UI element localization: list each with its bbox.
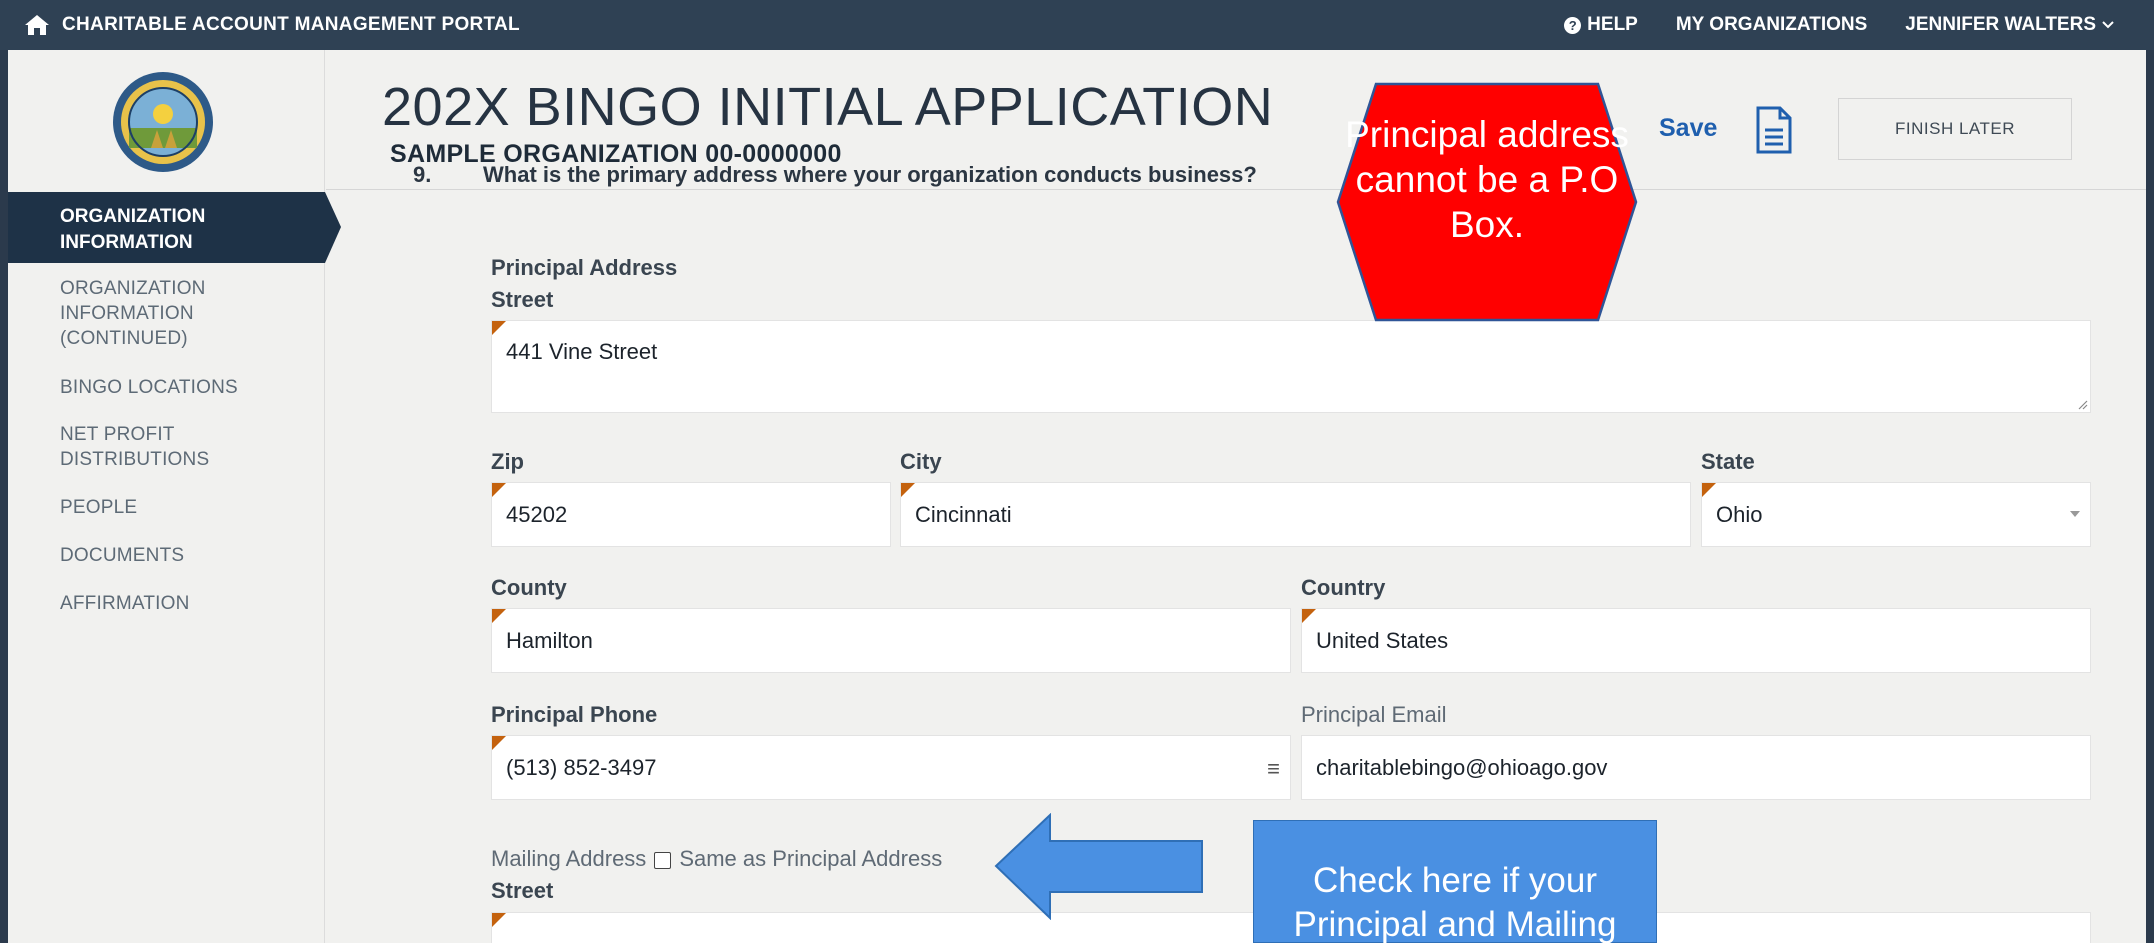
required-marker bbox=[492, 609, 506, 623]
city-input[interactable]: Cincinnati bbox=[900, 482, 1691, 547]
same-as-principal-label[interactable]: Same as Principal Address bbox=[679, 846, 942, 871]
sidebar-item-bingo-locations[interactable]: BINGO LOCATIONS bbox=[60, 375, 238, 400]
zip-value: 45202 bbox=[506, 501, 568, 527]
resize-handle-icon[interactable] bbox=[2076, 398, 2088, 410]
sidebar-item-people[interactable]: PEOPLE bbox=[60, 495, 137, 520]
country-label: Country bbox=[1301, 575, 1386, 600]
my-organizations-link[interactable]: MY ORGANIZATIONS bbox=[1676, 14, 1867, 36]
left-arrow-icon bbox=[994, 813, 1203, 920]
country-value: United States bbox=[1316, 627, 1449, 653]
question-text: What is the primary address where your o… bbox=[483, 162, 1257, 187]
county-label: County bbox=[491, 575, 567, 600]
country-input[interactable]: United States bbox=[1301, 608, 2091, 673]
sidebar: ORGANIZATION INFORMATION ORGANIZATION IN… bbox=[8, 50, 341, 943]
street-value: 441 Vine Street bbox=[506, 339, 658, 364]
state-select[interactable]: Ohio bbox=[1701, 482, 2091, 547]
mailing-address-label: Mailing Address bbox=[491, 846, 647, 871]
principal-email-label: Principal Email bbox=[1301, 702, 1447, 727]
county-input[interactable]: Hamilton bbox=[491, 608, 1291, 673]
street-label: Street bbox=[491, 287, 554, 312]
zip-label: Zip bbox=[491, 449, 524, 474]
mailing-address-row: Mailing Address Same as Principal Address bbox=[491, 846, 942, 872]
required-marker bbox=[492, 736, 506, 750]
dropdown-caret-icon bbox=[2070, 511, 2080, 517]
county-value: Hamilton bbox=[506, 627, 593, 653]
state-value: Ohio bbox=[1716, 501, 1763, 527]
finish-later-button[interactable]: FINISH LATER bbox=[1838, 98, 2072, 160]
principal-phone-input[interactable]: (513) 852-3497 ≡ bbox=[491, 735, 1291, 800]
city-label: City bbox=[900, 449, 942, 474]
portal-title[interactable]: CHARITABLE ACCOUNT MANAGEMENT PORTAL bbox=[62, 14, 520, 36]
state-label: State bbox=[1701, 449, 1755, 474]
zip-input[interactable]: 45202 bbox=[491, 482, 891, 547]
po-box-callout-text: Principal address cannot be a P.O Box. bbox=[1345, 114, 1629, 245]
mailing-callout-box: Check here if your Principal and Mailing bbox=[1253, 820, 1657, 943]
principal-email-input[interactable]: charitablebingo@ohioago.gov bbox=[1301, 735, 2091, 800]
sidebar-item-documents[interactable]: DOCUMENTS bbox=[60, 543, 184, 568]
help-icon: ? bbox=[1564, 16, 1582, 34]
principal-email-value: charitablebingo@ohioago.gov bbox=[1316, 754, 1608, 780]
question-number: 9. bbox=[413, 162, 432, 187]
required-marker bbox=[1702, 483, 1716, 497]
page-title: 202X BINGO INITIAL APPLICATION bbox=[382, 77, 1274, 137]
sidebar-item-organization-information[interactable]: ORGANIZATION INFORMATION bbox=[8, 192, 341, 263]
sidebar-item-net-profit-distributions[interactable]: NET PROFIT DISTRIBUTIONS bbox=[60, 422, 240, 472]
mailing-street-label: Street bbox=[491, 878, 554, 903]
top-nav: ? HELP MY ORGANIZATIONS JENNIFER WALTERS bbox=[1564, 14, 2114, 36]
sidebar-item-organization-information-continued[interactable]: ORGANIZATION INFORMATION (CONTINUED) bbox=[60, 276, 260, 351]
save-button[interactable]: Save bbox=[1659, 114, 1717, 143]
principal-phone-value: (513) 852-3497 bbox=[506, 754, 657, 780]
help-label: HELP bbox=[1587, 14, 1638, 35]
attorney-general-seal-logo bbox=[113, 72, 213, 172]
required-marker bbox=[492, 913, 506, 927]
required-marker bbox=[492, 321, 506, 335]
home-icon[interactable] bbox=[22, 10, 52, 40]
required-marker bbox=[492, 483, 506, 497]
menu-icon[interactable]: ≡ bbox=[1267, 756, 1280, 782]
user-menu[interactable]: JENNIFER WALTERS bbox=[1905, 14, 2114, 36]
principal-phone-label: Principal Phone bbox=[491, 702, 658, 727]
same-as-principal-checkbox[interactable] bbox=[654, 851, 672, 869]
top-bar: CHARITABLE ACCOUNT MANAGEMENT PORTAL ? HE… bbox=[0, 0, 2154, 50]
chevron-down-icon bbox=[2102, 21, 2114, 29]
user-name: JENNIFER WALTERS bbox=[1905, 14, 2096, 35]
required-marker bbox=[1302, 609, 1316, 623]
principal-address-label: Principal Address bbox=[491, 255, 678, 280]
sidebar-item-affirmation[interactable]: AFFIRMATION bbox=[60, 591, 190, 616]
required-marker bbox=[901, 483, 915, 497]
help-link[interactable]: ? HELP bbox=[1564, 14, 1638, 36]
document-icon[interactable] bbox=[1754, 106, 1794, 154]
city-value: Cincinnati bbox=[915, 501, 1012, 527]
street-input[interactable]: 441 Vine Street bbox=[491, 320, 2091, 413]
